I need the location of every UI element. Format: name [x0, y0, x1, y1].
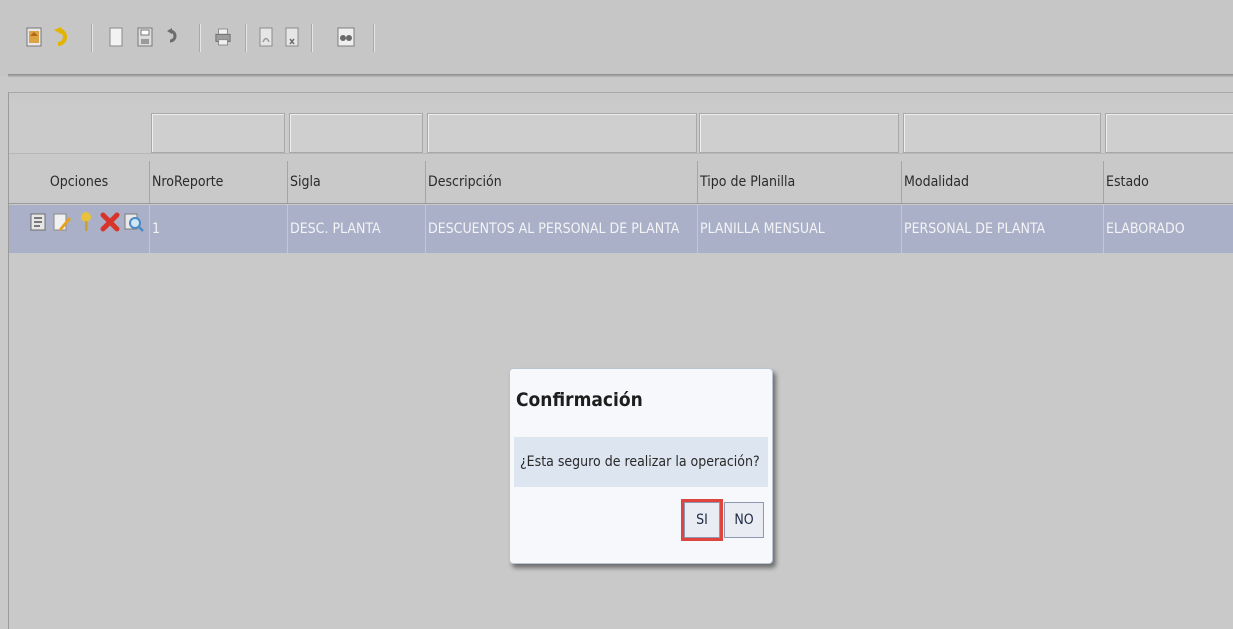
row-options: [9, 205, 149, 253]
toolbar: [0, 0, 1233, 76]
column-header-tipo-planilla[interactable]: Tipo de Planilla: [697, 161, 901, 203]
dialog-message: ¿Esta seguro de realizar la operación?: [514, 437, 768, 487]
table-row[interactable]: 1 DESC. PLANTA DESCUENTOS AL PERSONAL DE…: [9, 205, 1233, 253]
toolbar-separator: [199, 24, 201, 52]
column-header-opciones[interactable]: Opciones: [9, 161, 149, 203]
column-header-sigla[interactable]: Sigla: [287, 161, 425, 203]
search-icon[interactable]: [123, 211, 145, 233]
undo-icon[interactable]: [52, 26, 72, 48]
cell-nroreporte: 1: [149, 205, 287, 253]
view-report-icon[interactable]: [27, 211, 49, 233]
save-icon[interactable]: [137, 26, 153, 48]
delete-icon[interactable]: [99, 211, 121, 233]
home-icon[interactable]: [26, 26, 42, 48]
cell-descripcion: DESCUENTOS AL PERSONAL DE PLANTA: [425, 205, 697, 253]
cell-estado: ELABORADO: [1103, 205, 1233, 253]
filter-descripcion-input[interactable]: [427, 113, 697, 153]
table-header: Opciones NroReporte Sigla Descripción Ti…: [9, 161, 1233, 204]
dialog-title: Confirmación: [516, 389, 643, 411]
new-document-icon[interactable]: [108, 26, 124, 48]
cell-sigla: DESC. PLANTA: [287, 205, 425, 253]
filter-modalidad-input[interactable]: [903, 113, 1101, 153]
filter-row: [9, 101, 1233, 154]
toolbar-separator: [373, 24, 375, 52]
no-button[interactable]: NO: [724, 502, 764, 538]
confirmation-dialog: Confirmación ¿Esta seguro de realizar la…: [509, 368, 773, 564]
column-header-descripcion[interactable]: Descripción: [425, 161, 697, 203]
yes-button[interactable]: SI: [681, 499, 723, 541]
column-header-nroreporte[interactable]: NroReporte: [149, 161, 287, 203]
filter-tipo-planilla-input[interactable]: [699, 113, 899, 153]
key-icon[interactable]: [75, 211, 97, 233]
export-excel-icon[interactable]: [284, 26, 300, 48]
search-binoculars-icon[interactable]: [337, 26, 355, 48]
toolbar-separator: [91, 24, 93, 52]
cell-tipo-planilla: PLANILLA MENSUAL: [697, 205, 901, 253]
column-header-modalidad[interactable]: Modalidad: [901, 161, 1103, 203]
toolbar-separator: [245, 24, 247, 52]
toolbar-separator: [311, 24, 313, 52]
filter-sigla-input[interactable]: [289, 113, 423, 153]
cell-modalidad: PERSONAL DE PLANTA: [901, 205, 1103, 253]
column-header-estado[interactable]: Estado: [1103, 161, 1233, 203]
toolbar-shadow: [8, 74, 1233, 78]
export-pdf-icon[interactable]: [258, 26, 274, 48]
filter-estado-input[interactable]: [1105, 113, 1233, 153]
print-icon[interactable]: [215, 26, 231, 48]
edit-icon[interactable]: [51, 211, 73, 233]
redo-icon[interactable]: [165, 26, 181, 48]
filter-nroreporte-input[interactable]: [151, 113, 285, 153]
